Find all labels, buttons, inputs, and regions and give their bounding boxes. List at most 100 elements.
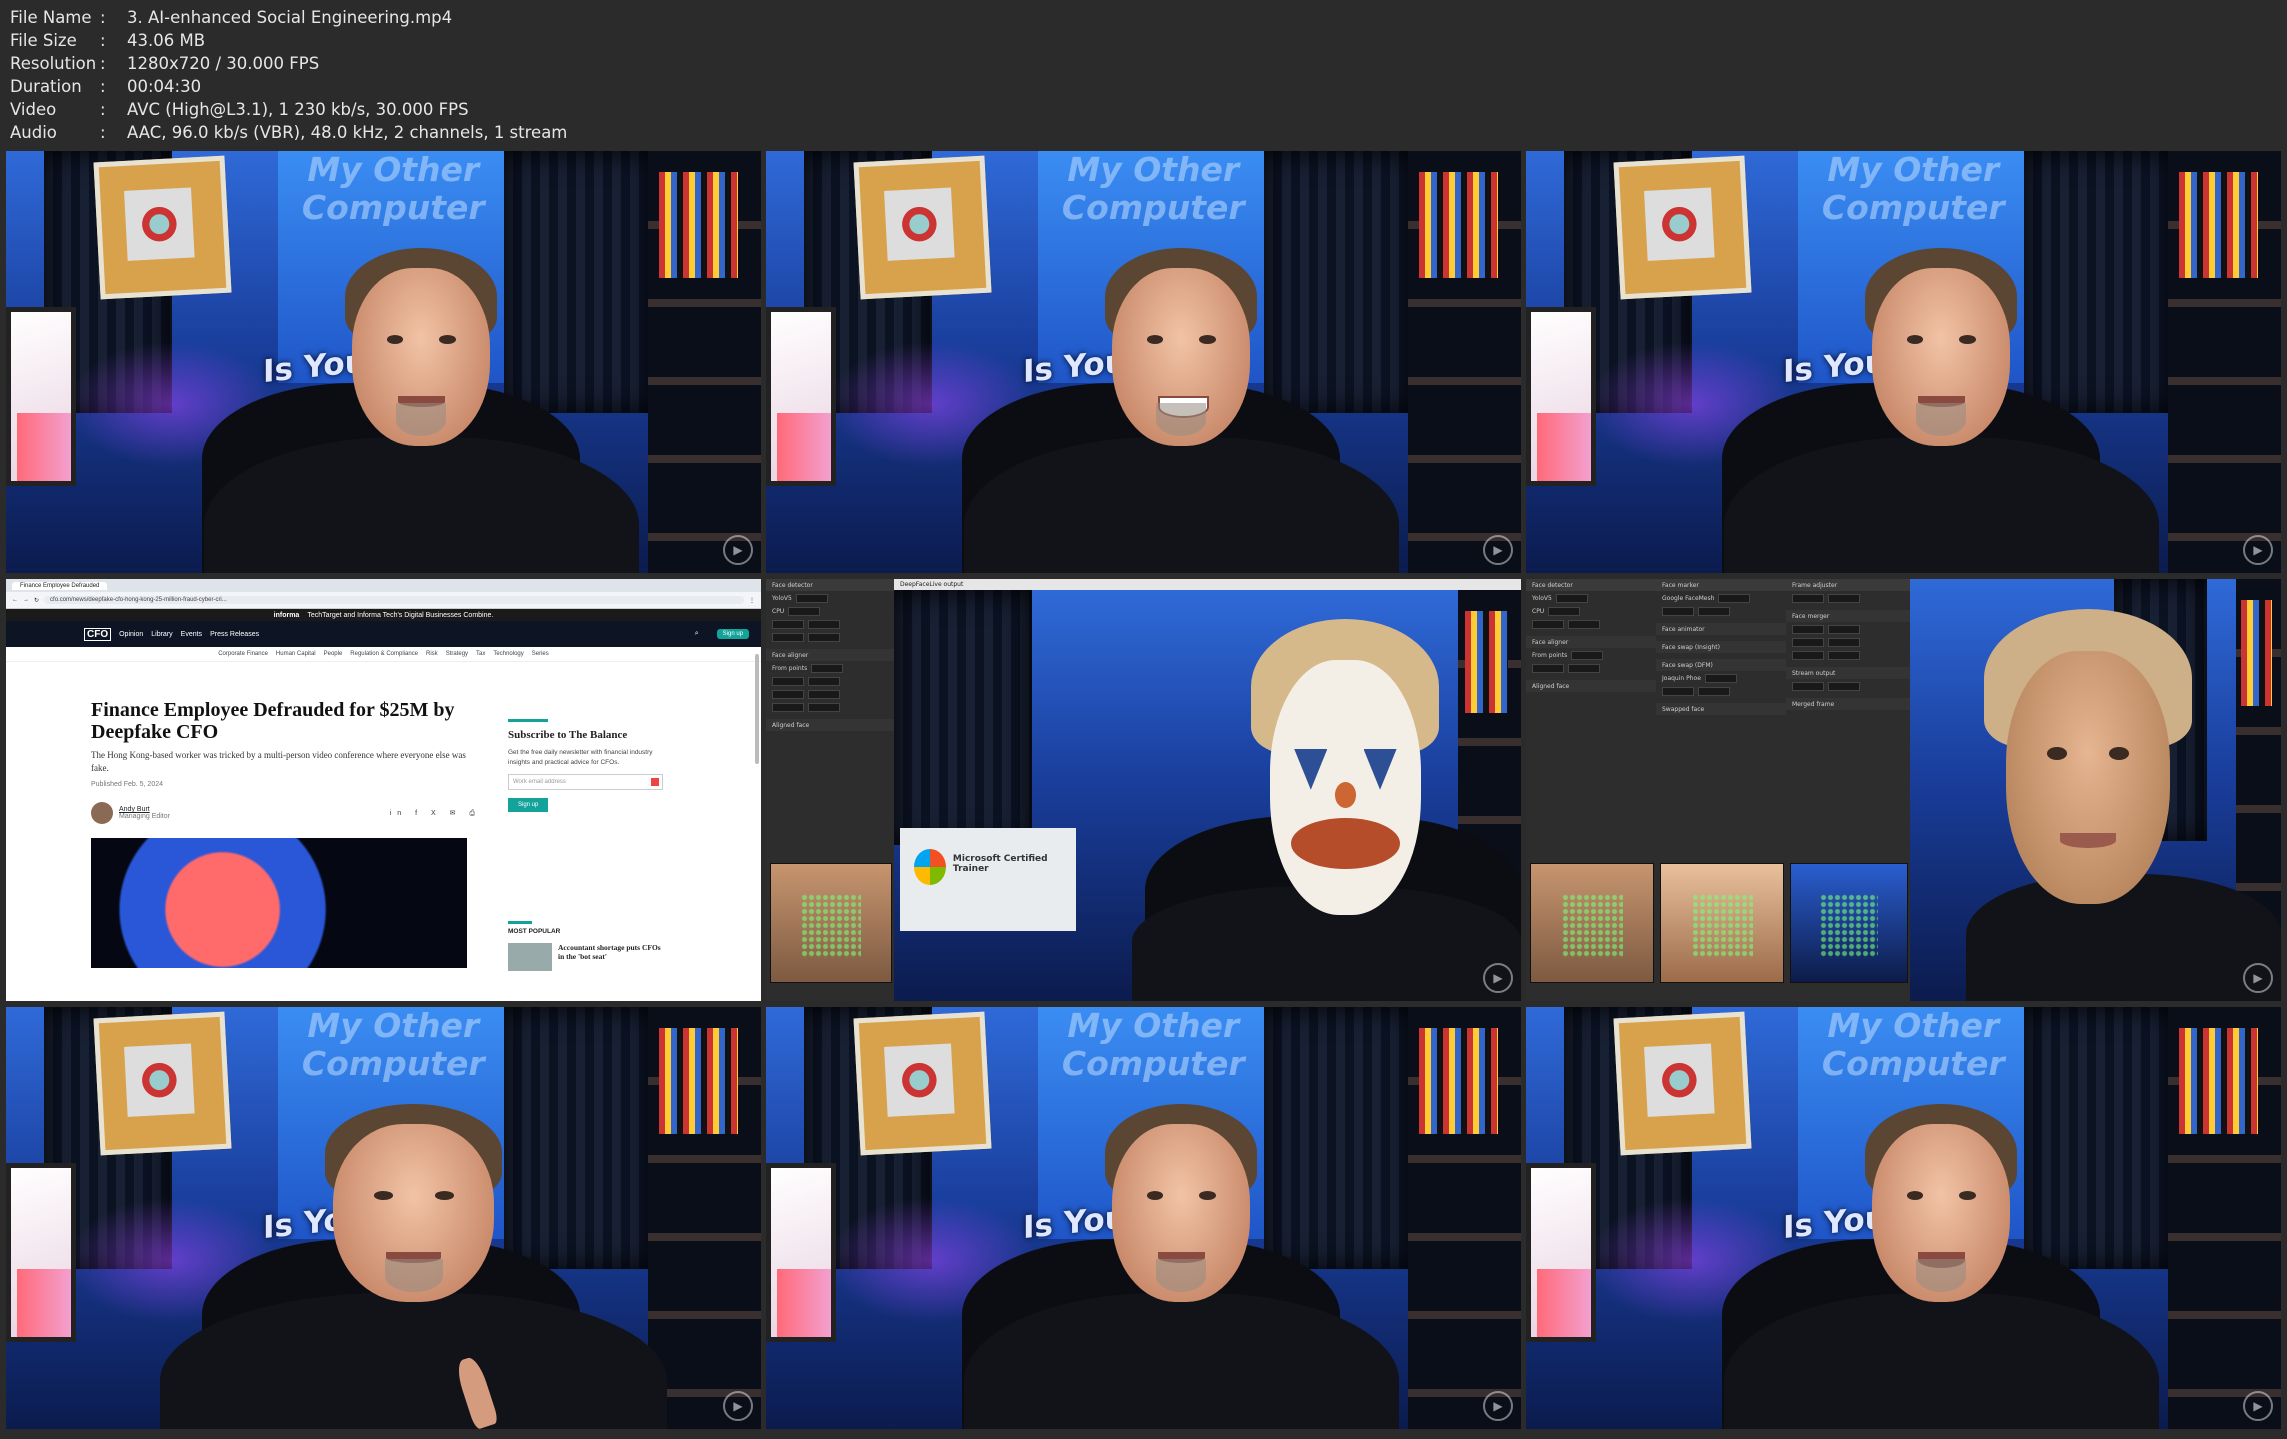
hero-image: [91, 838, 467, 968]
author-link[interactable]: Andy Burt: [119, 806, 150, 813]
info-key: Duration: [10, 77, 82, 96]
thumbnail-studio[interactable]: My OtherComputer Is Your Co ▶: [6, 151, 761, 573]
subnav-item[interactable]: Corporate Finance: [218, 651, 268, 657]
presenter: [160, 1104, 668, 1429]
play-circle-icon: ▶: [1483, 963, 1513, 993]
mode-value[interactable]: From points: [772, 665, 807, 672]
swapped-face-label: Swapped face: [1656, 703, 1786, 715]
settings-panel: Face detector YoloV5 CPU Face aligner Fr…: [766, 579, 895, 1001]
popular-item-title[interactable]: Accountant shortage puts CFOs in the 'bo…: [558, 943, 663, 971]
presenter: [203, 248, 639, 573]
mode-value[interactable]: From points: [1532, 652, 1567, 659]
marker-value[interactable]: Google FaceMesh: [1662, 595, 1714, 602]
play-circle-icon: ▶: [723, 1391, 753, 1421]
panel-face-detector[interactable]: Face detector: [1526, 579, 1656, 591]
email-field[interactable]: Work email address: [508, 774, 663, 790]
reload-icon[interactable]: ↻: [34, 597, 39, 604]
banner-line: My Other: [1827, 151, 2000, 189]
popular-item[interactable]: Accountant shortage puts CFOs in the 'bo…: [508, 943, 663, 971]
scrollbar[interactable]: [755, 654, 759, 764]
search-icon[interactable]: ⌕: [695, 630, 699, 638]
info-key: Resolution: [10, 54, 97, 73]
info-value: 1280x720 / 30.000 FPS: [127, 54, 320, 73]
presenter: [963, 248, 1399, 573]
thumbnail-deepface-swap[interactable]: Face detector YoloV5 CPU Face aligner Fr…: [1526, 579, 2281, 1001]
nav-events[interactable]: Events: [181, 631, 202, 638]
extensions-icon[interactable]: ⋮: [749, 597, 755, 604]
presenter: [1723, 248, 2159, 573]
model-value[interactable]: Joaquin Phoe: [1662, 675, 1701, 682]
site-nav: CFO Opinion Library Events Press Release…: [6, 621, 761, 647]
informa-note[interactable]: TechTarget and Informa Tech's Digital Bu…: [307, 612, 493, 619]
panel-frame-adjuster[interactable]: Frame adjuster: [1786, 579, 1910, 591]
panel-face-animator[interactable]: Face animator: [1656, 623, 1786, 635]
author-role: Managing Editor: [119, 813, 170, 820]
info-value: 00:04:30: [127, 77, 202, 96]
swapped-face-preview: [1660, 863, 1784, 983]
most-popular-heading: MOST POPULAR: [508, 928, 561, 935]
panel-face-aligner[interactable]: Face aligner: [766, 649, 894, 661]
presenter: [1723, 1104, 2159, 1429]
subnav-item[interactable]: Series: [532, 651, 549, 657]
panel-face-marker[interactable]: Face marker: [1656, 579, 1786, 591]
deepfacelive-app: Face detector YoloV5 CPU Face aligner Fr…: [1526, 579, 2281, 1001]
thumbnail-studio[interactable]: My OtherComputer Is Your Co ▶: [766, 1007, 1521, 1429]
panel-face-aligner[interactable]: Face aligner: [1526, 636, 1656, 648]
panel-face-detector[interactable]: Face detector: [766, 579, 894, 591]
settings-panel-right: Frame adjuster Face merger Stream output…: [1786, 579, 1911, 1001]
thumbnail-studio[interactable]: My OtherComputer Is Your Co ▶: [766, 151, 1521, 573]
panel-stream-output[interactable]: Stream output: [1786, 667, 1910, 679]
info-sep: :: [100, 54, 106, 73]
output-scene: Microsoft Certified Trainer: [894, 590, 1521, 1001]
back-icon[interactable]: ←: [12, 597, 18, 603]
info-key: File Size: [10, 31, 77, 50]
merged-frame-preview: [1790, 863, 1908, 983]
thumbnail-grid: My Other Computer Is Your Co ▶ My Other Co…: [6, 151, 2281, 1429]
thumbnail-deepface-joker[interactable]: Face detector YoloV5 CPU Face aligner Fr…: [766, 579, 1521, 1001]
cfo-logo[interactable]: CFO: [84, 627, 112, 641]
forward-icon[interactable]: →: [23, 597, 29, 603]
subnav-item[interactable]: Risk: [426, 651, 438, 657]
nav-library[interactable]: Library: [151, 631, 172, 638]
subnav-item[interactable]: Regulation & Compliance: [350, 651, 418, 657]
detector-value[interactable]: YoloV5: [772, 595, 792, 602]
thumbnail-studio[interactable]: My OtherComputer Is Your Co ▶: [1526, 1007, 2281, 1429]
device-value[interactable]: CPU: [1532, 608, 1544, 615]
info-row-audio: Audio: AAC, 96.0 kb/s (VBR), 48.0 kHz, 2 …: [10, 121, 567, 144]
newsletter-signup-button[interactable]: Sign up: [508, 798, 549, 812]
article-byline: Andy Burt Managing Editor in f X ✉ ⎙: [91, 802, 481, 824]
banner-line: My Other: [1827, 1007, 2000, 1045]
sign-up-button[interactable]: Sign up: [716, 629, 749, 639]
article-title: Finance Employee Defrauded for $25M by D…: [91, 699, 455, 743]
subnav-item[interactable]: Human Capital: [276, 651, 316, 657]
browser-tab[interactable]: Finance Employee Defrauded: [12, 581, 108, 590]
play-circle-icon: ▶: [723, 963, 753, 993]
info-sep: :: [100, 31, 106, 50]
info-row-duration: Duration: 00:04:30: [10, 75, 567, 98]
subnav-item[interactable]: People: [324, 651, 343, 657]
panel-face-swap-dfm[interactable]: Face swap (DFM): [1656, 659, 1786, 671]
banner-line: Computer: [1821, 188, 2005, 227]
thumbnail-studio[interactable]: My OtherComputer Is Your Co ▶: [6, 1007, 761, 1429]
thumbnail-studio[interactable]: My OtherComputer Is Your Co ▶: [1526, 151, 2281, 573]
nav-opinion[interactable]: Opinion: [119, 631, 143, 638]
subnav-item[interactable]: Technology: [493, 651, 523, 657]
sub-nav: Corporate Finance Human Capital People R…: [6, 647, 761, 662]
nav-press-releases[interactable]: Press Releases: [210, 631, 259, 638]
subnav-item[interactable]: Strategy: [446, 651, 468, 657]
subnav-item[interactable]: Tax: [476, 651, 485, 657]
play-circle-icon: ▶: [723, 535, 753, 565]
article-date: Published Feb. 5, 2024: [91, 781, 163, 788]
url-bar[interactable]: cfo.com/news/deepfake-cfo-hong-kong-25-m…: [44, 596, 744, 604]
detector-value[interactable]: YoloV5: [1532, 595, 1552, 602]
info-key: Video: [10, 100, 57, 119]
device-value[interactable]: CPU: [772, 608, 784, 615]
share-icons[interactable]: in f X ✉ ⎙: [390, 809, 481, 818]
info-row-file-size: File Size: 43.06 MB: [10, 29, 567, 52]
file-info: File Name: 3. AI-enhanced Social Engineer…: [10, 6, 567, 144]
info-sep: :: [100, 100, 106, 119]
thumbnail-browser-article[interactable]: Finance Employee Defrauded ← → ↻ cfo.com/ne…: [6, 579, 761, 1001]
panel-face-merger[interactable]: Face merger: [1786, 610, 1910, 622]
panel-face-swap-insight[interactable]: Face swap (Insight): [1656, 641, 1786, 653]
banner-line: My Other: [307, 1007, 480, 1045]
